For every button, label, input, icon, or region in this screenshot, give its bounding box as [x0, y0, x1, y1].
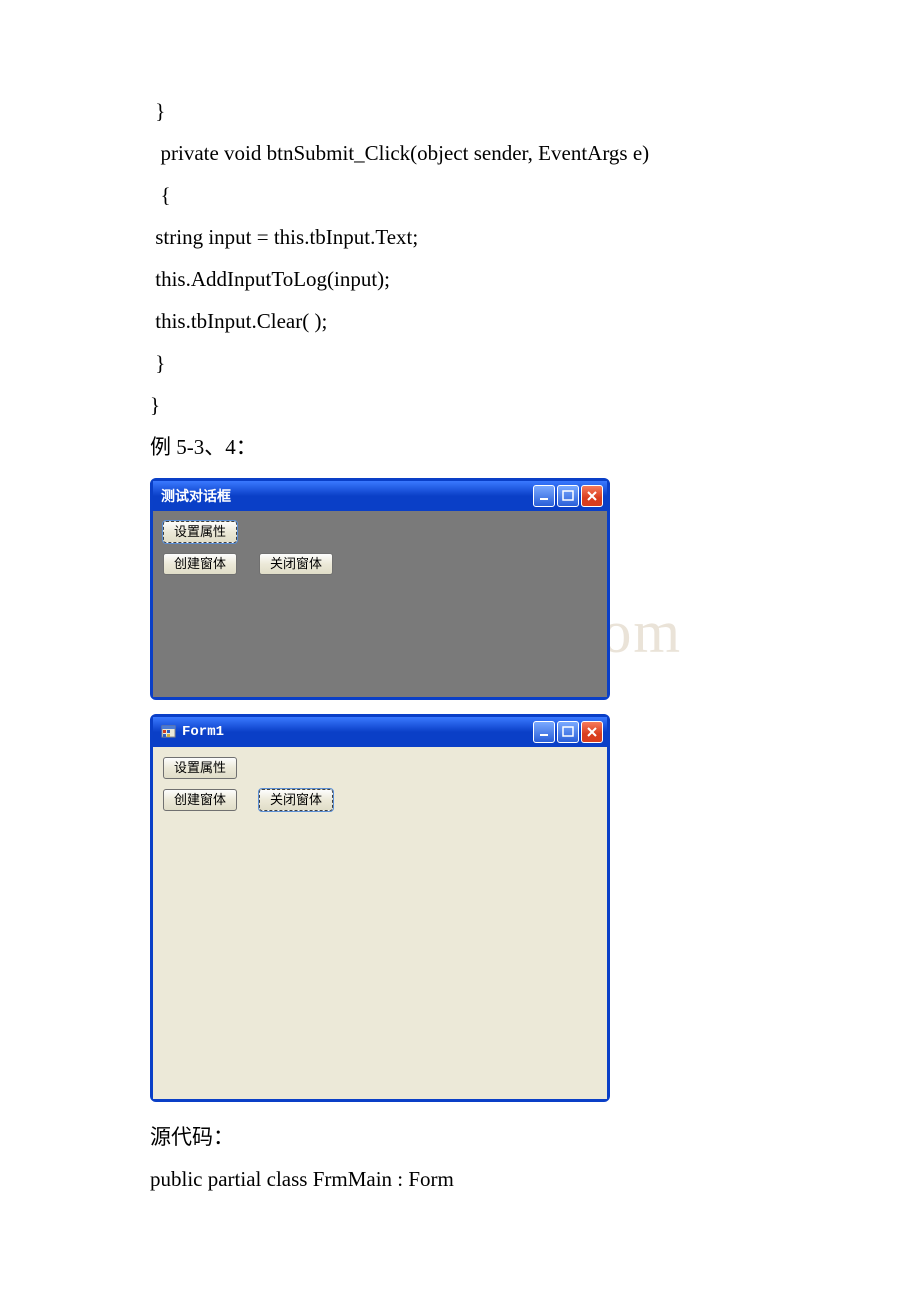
- close-button[interactable]: [581, 721, 603, 743]
- client-area: 设置属性 创建窗体 关闭窗体: [153, 511, 607, 697]
- window-dialog-test: 测试对话框 设置属性 创建窗体: [150, 478, 610, 700]
- set-properties-button[interactable]: 设置属性: [163, 757, 237, 779]
- close-button[interactable]: [581, 485, 603, 507]
- client-area: 设置属性 创建窗体 关闭窗体: [153, 747, 607, 1099]
- titlebar[interactable]: Form1: [153, 717, 607, 747]
- maximize-button[interactable]: [557, 485, 579, 507]
- window-title: 测试对话框: [161, 486, 533, 506]
- window-form1: Form1 设置属性 创建窗体: [150, 714, 610, 1102]
- minimize-button[interactable]: [533, 721, 555, 743]
- minimize-button[interactable]: [533, 485, 555, 507]
- code-line: public partial class FrmMain : Form: [150, 1158, 770, 1200]
- create-window-button[interactable]: 创建窗体: [163, 789, 237, 811]
- code-line: string input = this.tbInput.Text;: [150, 216, 770, 258]
- close-window-button[interactable]: 关闭窗体: [259, 789, 333, 811]
- code-line: }: [150, 384, 770, 426]
- code-line: this.AddInputToLog(input);: [150, 258, 770, 300]
- code-line: {: [150, 174, 770, 216]
- close-window-button[interactable]: 关闭窗体: [259, 553, 333, 575]
- maximize-icon: [562, 726, 574, 738]
- titlebar[interactable]: 测试对话框: [153, 481, 607, 511]
- code-line: private void btnSubmit_Click(object send…: [150, 132, 770, 174]
- window-title: Form1: [182, 724, 533, 740]
- form-icon: [161, 724, 177, 740]
- minimize-icon: [538, 726, 550, 738]
- code-line: }: [150, 342, 770, 384]
- maximize-icon: [562, 490, 574, 502]
- maximize-button[interactable]: [557, 721, 579, 743]
- code-line: }: [150, 90, 770, 132]
- close-icon: [586, 490, 598, 502]
- close-icon: [586, 726, 598, 738]
- example-label: 例 5-3、4：: [150, 426, 770, 468]
- code-line: this.tbInput.Clear( );: [150, 300, 770, 342]
- create-window-button[interactable]: 创建窗体: [163, 553, 237, 575]
- set-properties-button[interactable]: 设置属性: [163, 521, 237, 543]
- minimize-icon: [538, 490, 550, 502]
- source-code-label: 源代码：: [150, 1116, 770, 1158]
